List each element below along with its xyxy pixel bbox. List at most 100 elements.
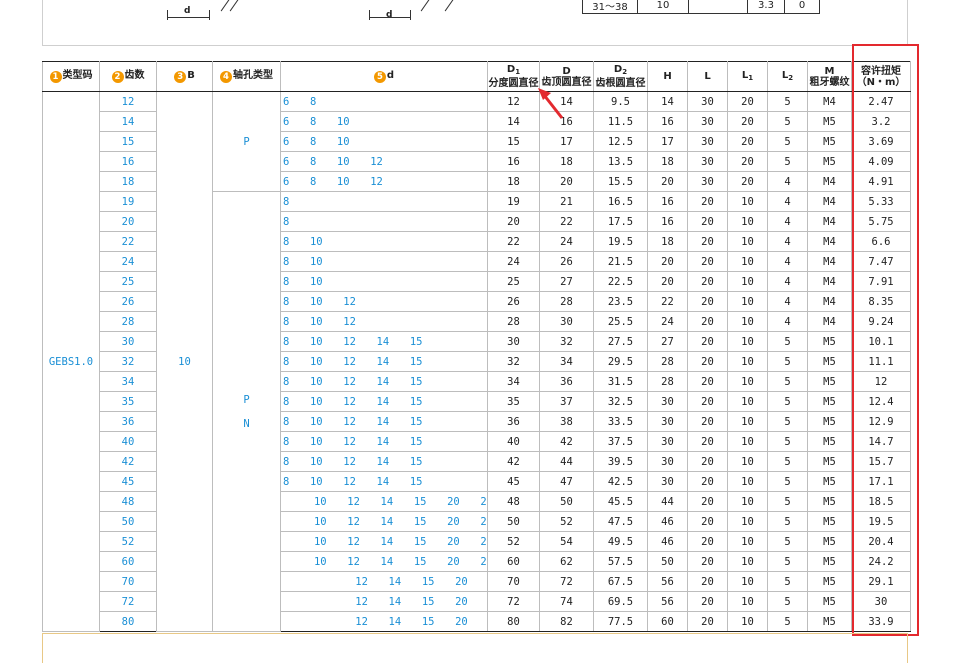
l-cell: 20 [687,211,728,232]
col-teeth: 2 齿数 [99,61,157,92]
d1-cell: 72 [487,591,540,612]
bore-d-cell: 10 12 14 15 20 25 [280,491,488,512]
l-cell: 20 [687,531,728,552]
header-row: 1 类型码 2 齿数 3B 4 轴孔类型 5d D1 分度圆直径 D 齿顶圆直径 D2 齿根… [42,61,911,92]
l-cell: 20 [687,231,728,252]
dd-cell: 74 [539,591,594,612]
l-cell: 30 [687,131,728,152]
d1-cell: 32 [487,351,540,372]
l2-cell: 4 [767,251,808,272]
teeth-cell: 72 [99,591,157,612]
l1-cell: 10 [727,411,768,432]
d2-cell: 19.5 [593,231,648,252]
red-arrow-icon [538,88,564,119]
torque-cell: 18.5 [851,491,911,512]
type-code-cell: GEBS1.0 [42,91,100,632]
d1-cell: 80 [487,611,540,632]
l1-cell: 10 [727,211,768,232]
mini-cell: 0 [784,0,820,14]
l2-cell: 5 [767,151,808,172]
h-cell: 28 [647,371,688,392]
teeth-cell: 50 [99,511,157,532]
d2-cell: 23.5 [593,291,648,312]
teeth-cell: 48 [99,491,157,512]
d1-cell: 12 [487,91,540,112]
teeth-cell: 25 [99,271,157,292]
d2-cell: 17.5 [593,211,648,232]
col-l: L [687,61,728,92]
bore-d-cell: 8 [280,191,488,212]
l1-cell: 10 [727,551,768,572]
dd-cell: 18 [539,151,594,172]
l-cell: 20 [687,571,728,592]
teeth-cell: 16 [99,151,157,172]
col-bore-type: 4 轴孔类型 [212,61,281,92]
l2-cell: 5 [767,531,808,552]
l2-cell: 5 [767,91,808,112]
drawing-line [444,0,456,12]
d2-cell: 47.5 [593,511,648,532]
bore-d-cell: 6 8 10 [280,131,488,152]
teeth-cell: 28 [99,311,157,332]
torque-cell: 11.1 [851,351,911,372]
dd-cell: 52 [539,511,594,532]
h-cell: 46 [647,511,688,532]
h-cell: 16 [647,111,688,132]
d2-cell: 22.5 [593,271,648,292]
m-cell: M5 [807,511,852,532]
d1-cell: 28 [487,311,540,332]
h-cell: 20 [647,251,688,272]
marker-3: 3 [174,71,187,83]
l1-cell: 10 [727,251,768,272]
d2-cell: 42.5 [593,471,648,492]
m-cell: M5 [807,491,852,512]
h-cell: 20 [647,171,688,192]
d1-cell: 60 [487,551,540,572]
l2-cell: 5 [767,511,808,532]
dd-cell: 22 [539,211,594,232]
d1-cell: 42 [487,451,540,472]
bore-d-cell: 8 10 12 [280,311,488,332]
l1-cell: 10 [727,611,768,632]
m-cell: M5 [807,531,852,552]
m-cell: M5 [807,471,852,492]
h-cell: 50 [647,551,688,572]
dd-cell: 82 [539,611,594,632]
l2-cell: 4 [767,191,808,212]
bore-d-cell: 6 8 [280,91,488,112]
l2-cell: 5 [767,571,808,592]
dd-cell: 36 [539,371,594,392]
d2-cell: 13.5 [593,151,648,172]
torque-cell: 12 [851,371,911,392]
m-cell: M4 [807,211,852,232]
l-cell: 20 [687,491,728,512]
l2-cell: 5 [767,131,808,152]
bore-d-cell: 6 8 10 12 [280,151,488,172]
m-cell: M5 [807,111,852,132]
d1-cell: 70 [487,571,540,592]
torque-cell: 20.4 [851,531,911,552]
l1-cell: 20 [727,131,768,152]
l-cell: 20 [687,511,728,532]
dd-cell: 28 [539,291,594,312]
bore-d-cell: 12 14 15 20 25 30 35 [280,611,488,632]
torque-cell: 5.33 [851,191,911,212]
h-cell: 24 [647,311,688,332]
dd-cell: 24 [539,231,594,252]
h-cell: 30 [647,391,688,412]
m-cell: M5 [807,551,852,572]
l-cell: 20 [687,391,728,412]
d2-cell: 15.5 [593,171,648,192]
marker-1: 1 [49,71,62,83]
d2-cell: 29.5 [593,351,648,372]
dd-cell: 42 [539,431,594,452]
h-cell: 44 [647,491,688,512]
bore-d-cell: 8 10 [280,251,488,272]
drawing-line [420,0,432,12]
m-cell: M5 [807,411,852,432]
d1-cell: 19 [487,191,540,212]
l-cell: 20 [687,611,728,632]
torque-cell: 33.9 [851,611,911,632]
d2-cell: 16.5 [593,191,648,212]
d2-cell: 27.5 [593,331,648,352]
